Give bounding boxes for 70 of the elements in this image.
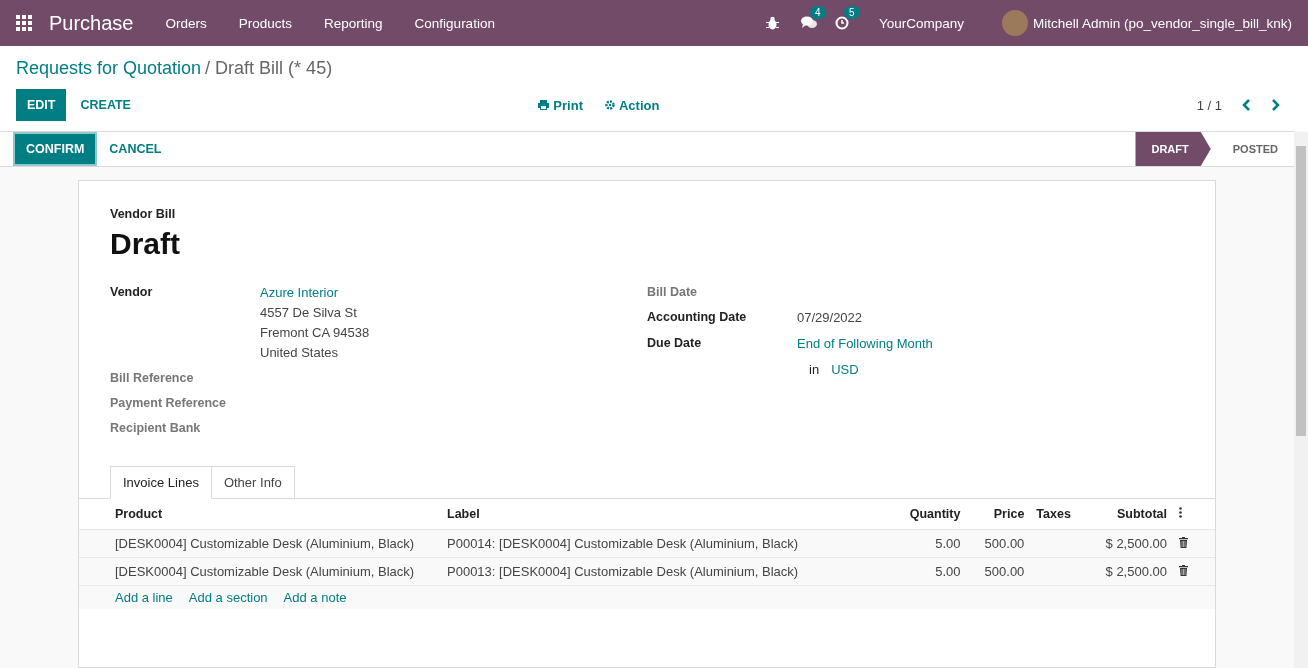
currency-link[interactable]: USD [831,362,859,377]
menu-item[interactable]: Reporting [308,15,399,31]
apps-menu-icon[interactable] [16,15,32,31]
table-cell: P00014: [DESK0004] Customizable Desk (Aluminium, Black) [447,536,799,551]
scrollbar[interactable] [1294,132,1308,668]
table-cell: 5.00 [935,564,961,579]
table-cell: 500.00 [984,564,1025,579]
pager-counter: 1 / 1 [1196,97,1222,113]
notebook-tab[interactable]: Invoice Lines [110,466,212,499]
breadcrumb-current: / Draft Bill (* 45) [205,58,333,78]
chat-icon[interactable] [801,16,818,30]
trash-icon[interactable] [1179,565,1188,576]
app-name[interactable]: Purchase [49,11,134,35]
cancel-button[interactable]: CANCEL [99,134,172,164]
field-value: 07/29/2022 [797,310,863,325]
trash-icon[interactable] [1179,537,1188,548]
menu-item[interactable]: Configuration [398,15,511,31]
field-label: Due Date [647,336,703,351]
edit-button[interactable]: EDIT [16,89,67,121]
company-switcher[interactable]: YourCompany [879,15,965,31]
create-button[interactable]: CREATE [70,89,141,121]
menu-item[interactable]: Orders [149,15,223,31]
bug-icon[interactable] [766,16,780,30]
table-cell: [DESK0004] Customizable Desk (Aluminium, Black) [115,536,415,551]
add-row-link[interactable]: Add a line [115,590,173,605]
action-button[interactable]: Action [599,96,666,114]
field-label: Recipient Bank [110,421,202,435]
vendor-link[interactable]: Azure Interior [260,285,370,300]
address-line: 4557 De Silva St [260,305,358,320]
status-stage[interactable]: DRAFT [1135,132,1211,166]
field-label: Bill Reference [110,371,195,385]
table-cell: $ 2,500.00 [1105,536,1167,551]
clock-icon[interactable] [835,16,850,30]
table-cell: P00013: [DESK0004] Customizable Desk (Aluminium, Black) [447,564,799,579]
menu-item[interactable]: Products [222,15,309,31]
table-cell: 500.00 [984,536,1025,551]
currency-prefix: in [809,362,820,377]
next-icon[interactable] [1271,99,1280,111]
table-cell: $ 2,500.00 [1105,564,1167,579]
field-label: Payment Reference [110,396,228,410]
add-row-link[interactable]: Add a section [188,590,268,605]
more-options-icon[interactable] [1179,507,1182,518]
column-header[interactable]: Taxes [1036,507,1071,521]
document-type: Vendor Bill [109,207,177,221]
previous-icon[interactable] [1242,99,1251,111]
column-header[interactable]: Quantity [909,507,961,521]
column-header[interactable]: Price [993,507,1025,521]
activity-count-badge: 5 [844,6,860,19]
address-line: United States [260,345,340,360]
field-label: Vendor [110,285,154,301]
field-label: Bill Date [647,285,698,299]
confirm-button[interactable]: CONFIRM [15,134,96,164]
field-link[interactable]: End of Following Month [797,336,933,351]
message-count-badge: 4 [810,6,826,19]
notebook-tab[interactable]: Other Info [211,466,295,498]
column-header[interactable]: Product [115,507,163,521]
table-cell: [DESK0004] Customizable Desk (Aluminium, Black) [115,564,415,579]
gear-icon [605,100,615,110]
document-title: Draft [109,227,181,261]
column-header[interactable]: Subtotal [1117,507,1167,521]
user-menu[interactable]: Mitchell Admin (po_vendor_single_bill_knk) [1033,15,1292,31]
printer-icon [538,100,550,110]
breadcrumb-link[interactable]: Requests for Quotation [16,58,202,78]
column-header[interactable]: Label [447,507,480,521]
print-button[interactable]: Print [532,96,589,114]
add-row-link[interactable]: Add a note [283,590,347,605]
field-label: Accounting Date [647,310,748,325]
address-line: Fremont CA 94538 [260,325,370,340]
table-cell: 5.00 [935,536,961,551]
status-stage[interactable]: POSTED [1210,132,1294,166]
